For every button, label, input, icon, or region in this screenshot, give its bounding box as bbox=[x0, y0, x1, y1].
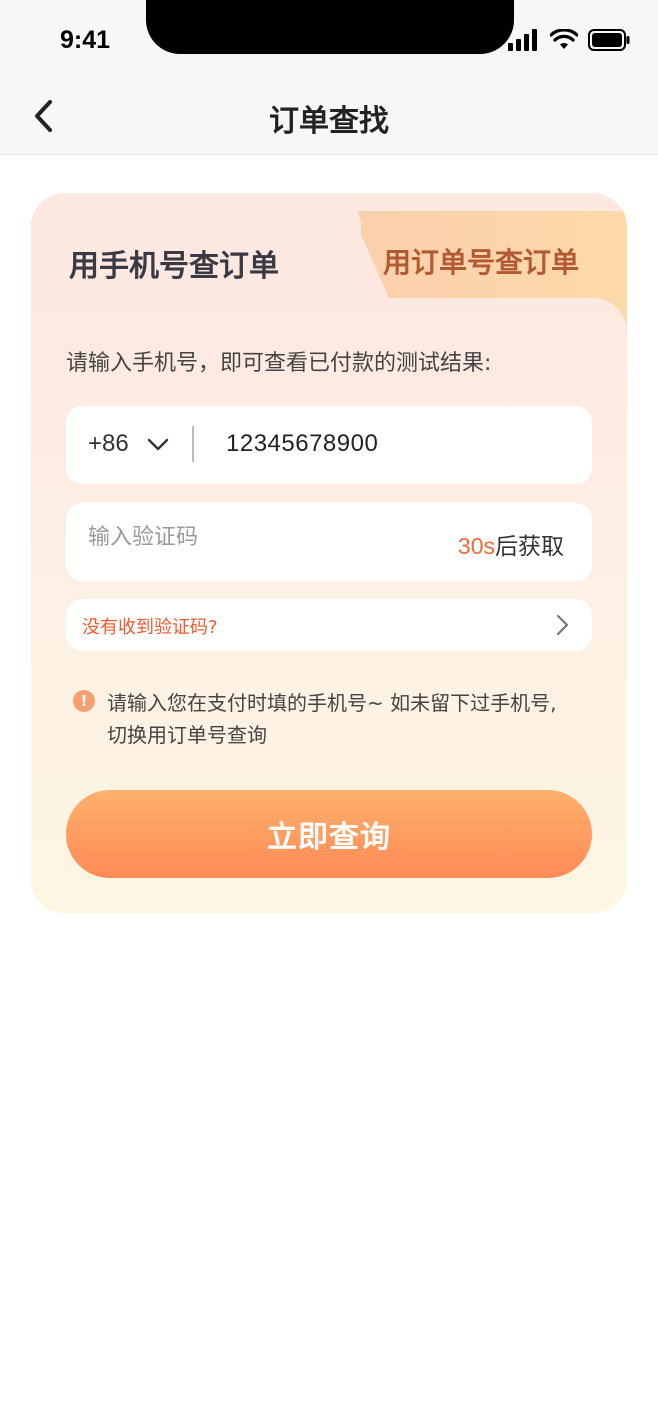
chevron-left-icon[interactable] bbox=[26, 96, 66, 136]
countdown-button[interactable]: 30s后获取 bbox=[458, 527, 564, 561]
field-divider bbox=[192, 426, 194, 462]
page-title: 订单查找 bbox=[269, 104, 389, 139]
tab-phone-label[interactable]: 用手机号查订单 bbox=[69, 241, 279, 285]
exclamation-icon: ! bbox=[73, 690, 95, 712]
submit-button[interactable]: 立即查询 bbox=[66, 790, 592, 878]
countdown-suffix: 后获取 bbox=[495, 534, 564, 560]
signal-icon bbox=[508, 29, 537, 51]
verification-code-field[interactable]: 30s后获取 bbox=[66, 503, 592, 581]
chevron-right-icon bbox=[556, 614, 569, 636]
country-code[interactable]: +86 bbox=[88, 430, 129, 458]
no-code-link[interactable]: 没有收到验证码? bbox=[66, 599, 592, 651]
wifi-icon bbox=[550, 29, 578, 49]
search-card: 用手机号查订单 用订单号查订单 请输入手机号，即可查看已付款的测试结果: +86… bbox=[31, 193, 627, 913]
chevron-down-icon[interactable] bbox=[146, 434, 170, 454]
phone-input[interactable]: 12345678900 bbox=[226, 430, 378, 458]
header-area: 9:41 订单查找 bbox=[0, 0, 658, 155]
battery-icon bbox=[588, 29, 630, 51]
verification-code-input[interactable] bbox=[88, 525, 388, 550]
no-code-label: 没有收到验证码? bbox=[82, 617, 218, 638]
device-notch bbox=[146, 0, 514, 54]
notice-line-1: 请输入您在支付时填的手机号~ 如未留下过手机号, bbox=[107, 691, 557, 715]
phone-field[interactable]: +86 12345678900 bbox=[66, 406, 592, 484]
notice-text: 请输入您在支付时填的手机号~ 如未留下过手机号, 切换用订单号查询 bbox=[107, 687, 597, 751]
countdown-number: 30s bbox=[457, 533, 495, 559]
status-time: 9:41 bbox=[60, 26, 111, 54]
tab-order-label[interactable]: 用订单号查订单 bbox=[383, 241, 579, 281]
status-icons bbox=[508, 28, 630, 52]
notice-line-2: 切换用订单号查询 bbox=[107, 723, 267, 747]
form-hint: 请输入手机号，即可查看已付款的测试结果: bbox=[66, 351, 492, 376]
